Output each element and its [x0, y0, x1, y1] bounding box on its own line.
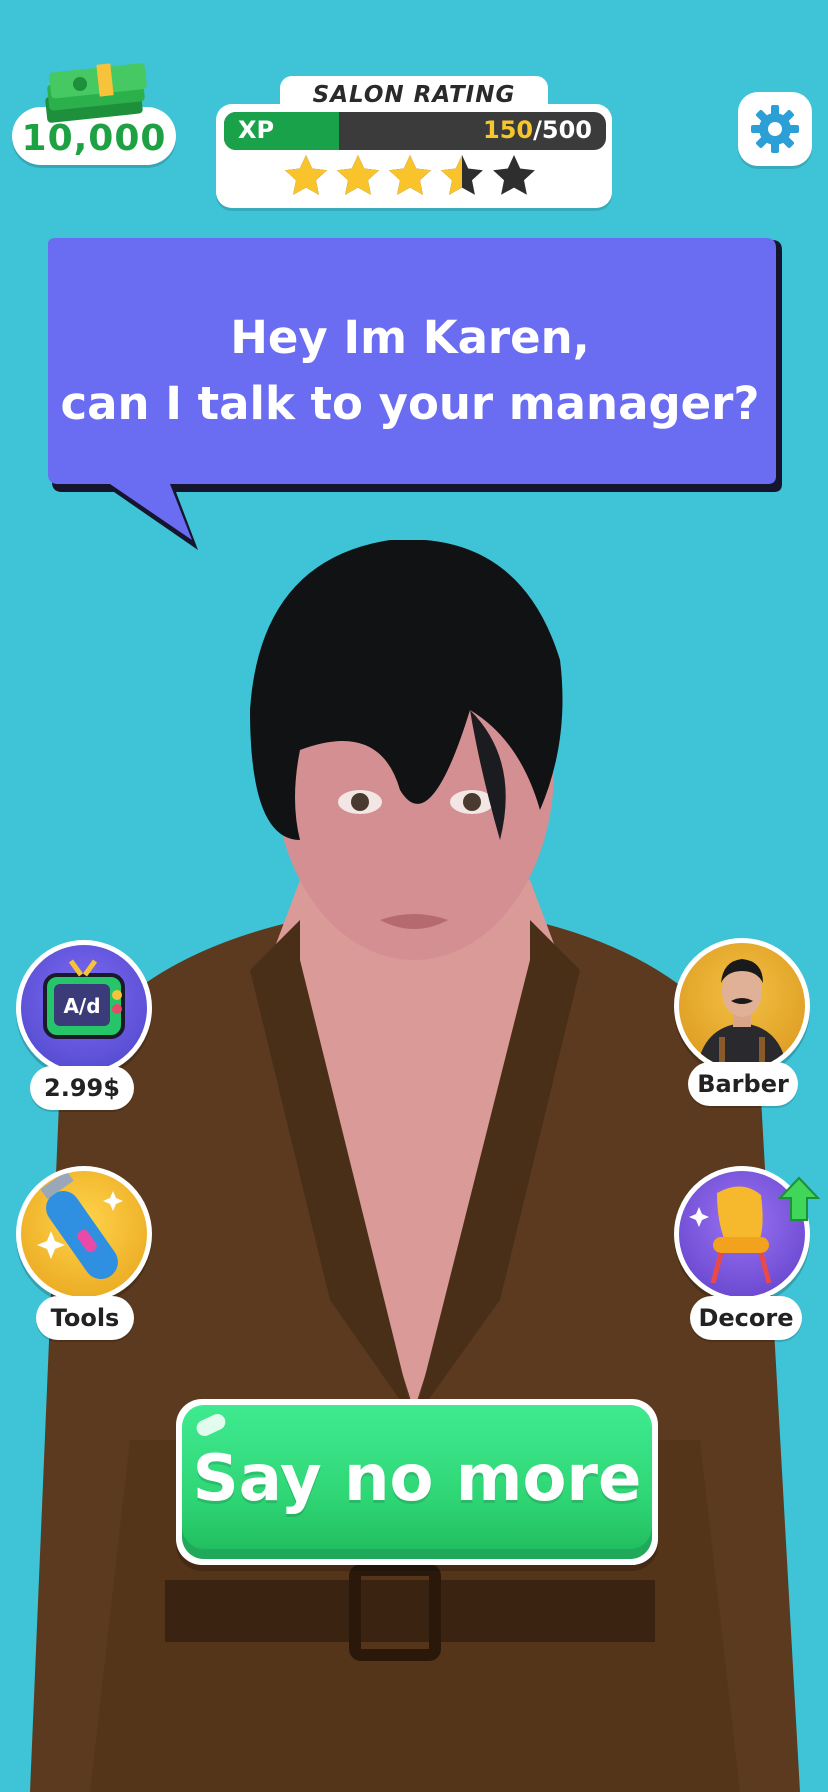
star-rating	[285, 155, 535, 195]
customer-character	[30, 540, 800, 1792]
rating-star-3	[389, 155, 431, 195]
xp-value: 150/500	[483, 116, 592, 144]
rating-star-2	[337, 155, 379, 195]
svg-text:A/d: A/d	[63, 994, 100, 1018]
rating-star-1	[285, 155, 327, 195]
xp-progress-bar: XP 150/500	[224, 112, 606, 150]
gear-icon	[751, 105, 799, 153]
barber-label: Barber	[688, 1062, 798, 1106]
hair-clipper-icon	[37, 1171, 123, 1280]
ad-tv-icon: A/d	[43, 959, 125, 1039]
button-gloss	[194, 1411, 228, 1439]
cash-stack-icon	[45, 63, 147, 123]
salon-rating-title: SALON RATING	[312, 82, 516, 108]
ad-price-tag: 2.99$	[30, 1066, 134, 1110]
say-no-more-button[interactable]: Say no more	[176, 1399, 658, 1565]
xp-label: XP	[238, 116, 275, 144]
barber-button[interactable]	[674, 938, 810, 1074]
tools-label: Tools	[36, 1296, 134, 1340]
dialog-line-2: can I talk to your manager?	[60, 377, 760, 430]
dialog-line-1: Hey Im Karen,	[230, 311, 590, 364]
upgrade-arrow-icon	[778, 1176, 820, 1221]
xp-current: 150	[483, 116, 534, 144]
barber-portrait-icon	[697, 959, 787, 1069]
tools-button[interactable]	[16, 1166, 152, 1302]
salon-rating-tab: SALON RATING	[280, 76, 548, 114]
ad-reward-button[interactable]: A/d	[16, 940, 152, 1076]
decore-label: Decore	[690, 1296, 802, 1340]
say-no-more-label: Say no more	[192, 1442, 642, 1516]
say-no-more-button-face[interactable]: Say no more	[182, 1405, 652, 1559]
rating-star-5	[493, 155, 535, 195]
xp-max: /500	[533, 116, 592, 144]
settings-button[interactable]	[738, 92, 812, 166]
rating-star-4	[441, 155, 483, 195]
dialog-text: Hey Im Karen, can I talk to your manager…	[60, 305, 760, 437]
